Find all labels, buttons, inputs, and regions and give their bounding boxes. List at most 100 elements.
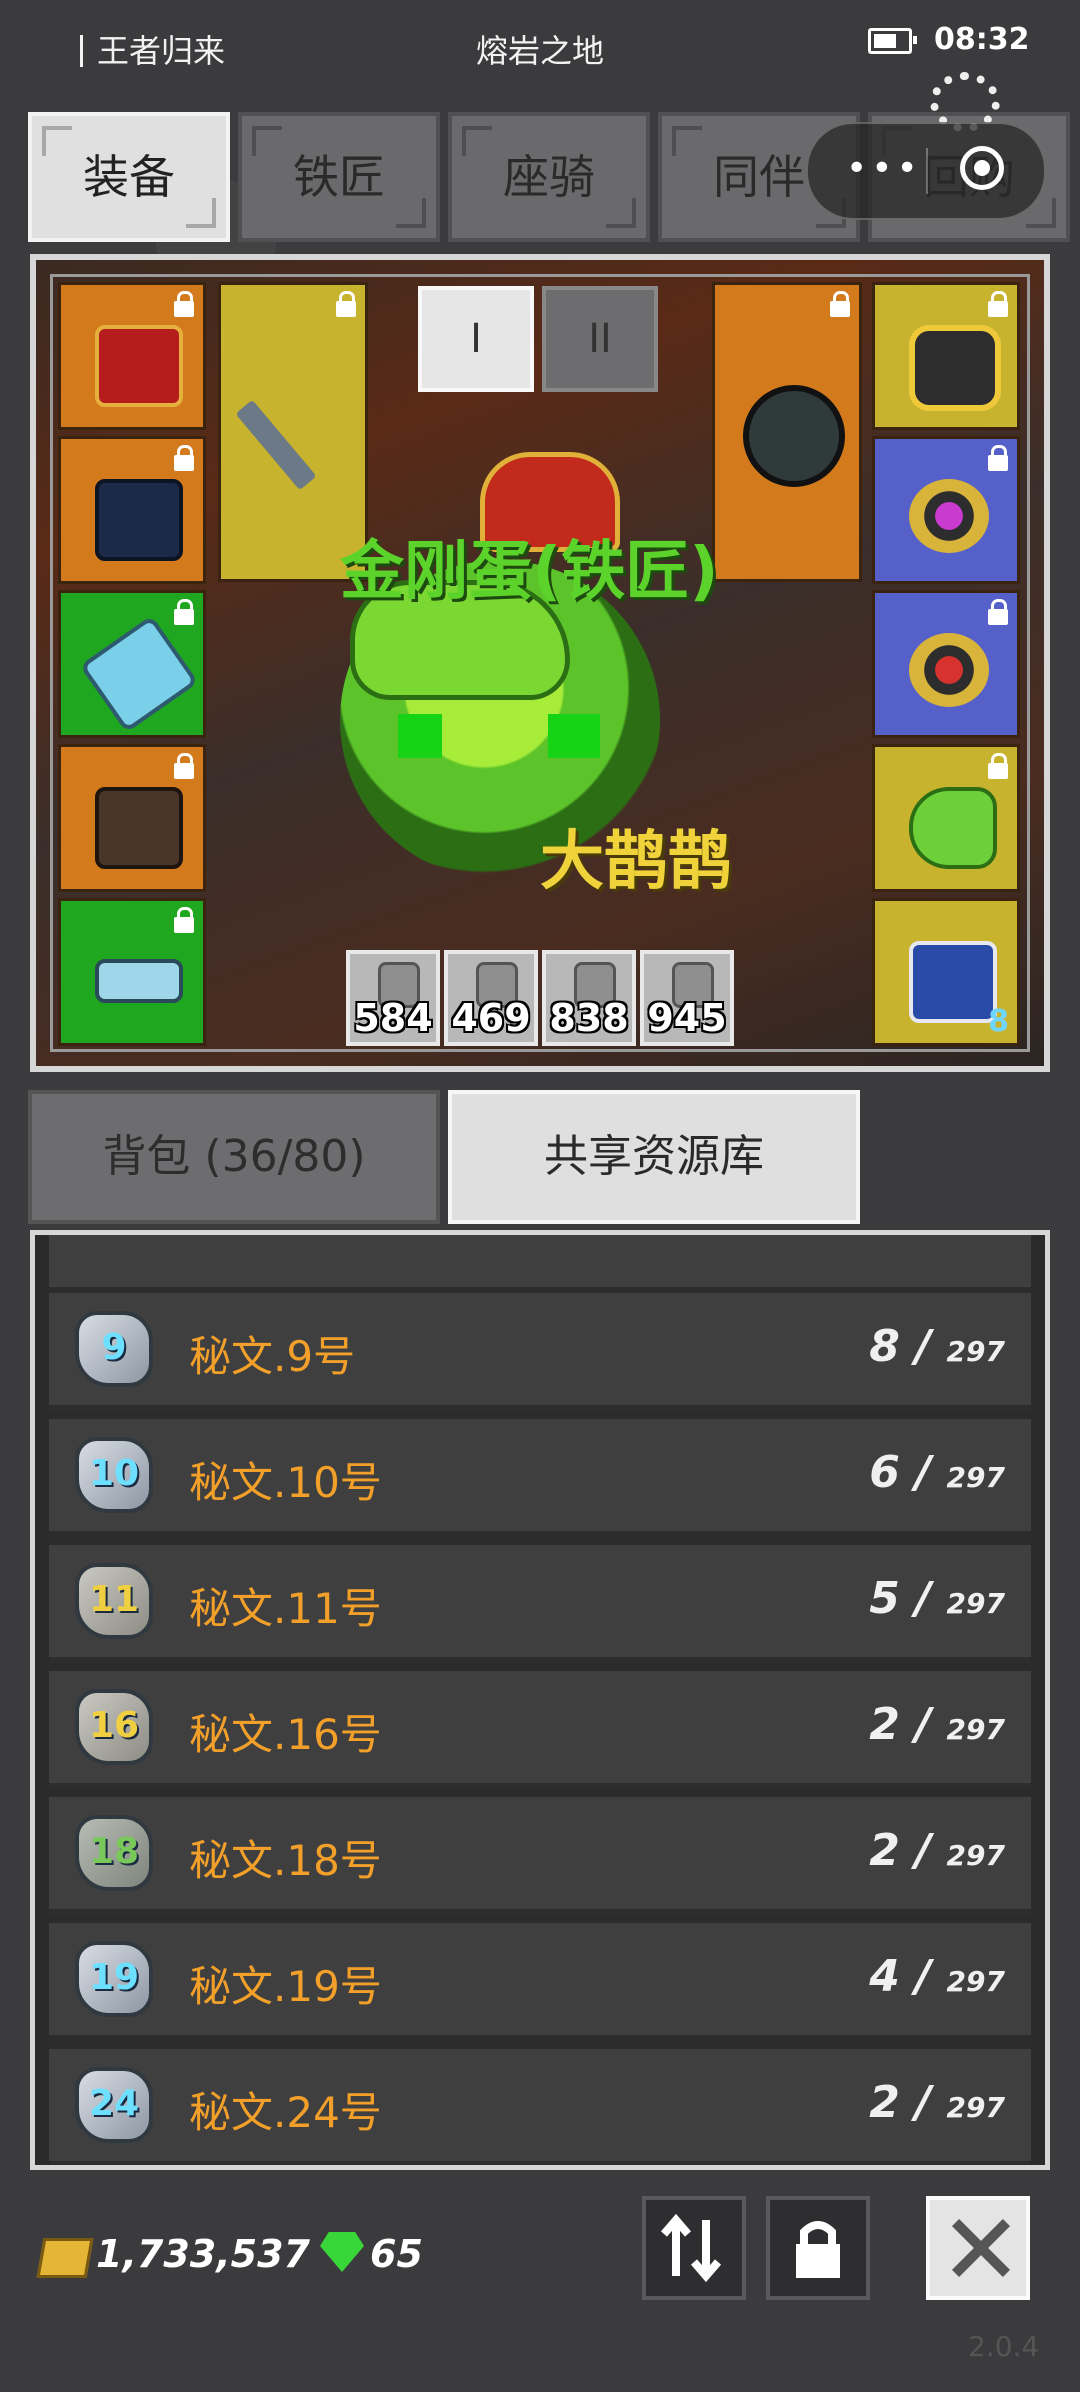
list-item[interactable]: 11 秘文.11号 5 / 297: [49, 1545, 1031, 1663]
rune-icon: 24: [75, 2067, 153, 2143]
potion-count: 584: [353, 996, 433, 1040]
potion-slot-2[interactable]: 469: [444, 950, 538, 1046]
snake-pet-icon: [909, 787, 997, 869]
tab-equipment[interactable]: 装备: [28, 112, 230, 242]
item-name: 秘文.18号: [189, 1836, 382, 1885]
gem-amount: 65: [370, 2232, 423, 2276]
equip-slot-helmet[interactable]: [58, 282, 206, 430]
character-name: 金刚蛋(铁匠): [340, 535, 719, 609]
sort-icon: [660, 2213, 722, 2283]
list-item[interactable]: 19 秘文.19号 4 / 297: [49, 1923, 1031, 2041]
equip-slot-gloves[interactable]: [58, 590, 206, 738]
item-name: 秘文.10号: [189, 1458, 382, 1507]
item-quantity: 4 / 297: [869, 1951, 1005, 2002]
potion-count: 945: [647, 996, 727, 1040]
item-name: 秘文.19号: [189, 1962, 382, 2011]
tab-blacksmith[interactable]: 铁匠: [238, 112, 440, 242]
item-quantity: 8 / 297: [869, 1321, 1005, 1372]
status-bar: 王者归来 熔岩之地 08:32: [0, 0, 1080, 90]
gloves-icon: [79, 615, 199, 733]
rune-icon: 9: [75, 1311, 153, 1387]
item-quantity: 2 / 297: [869, 1699, 1005, 1750]
rune-icon: 10: [75, 1437, 153, 1513]
tab-shared-storage[interactable]: 共享资源库: [448, 1090, 860, 1224]
slot-count: 8: [988, 1004, 1009, 1039]
shield-icon: [743, 385, 845, 487]
tab-label: 装备: [83, 150, 175, 204]
miniprogram-capsule[interactable]: •••: [806, 122, 1046, 220]
ring-icon: [909, 633, 989, 707]
close-miniprogram-icon[interactable]: [960, 146, 1004, 190]
close-button[interactable]: [926, 2196, 1030, 2300]
lock-button[interactable]: [766, 2196, 870, 2300]
selection-marker: [398, 714, 442, 758]
sort-button[interactable]: [642, 2196, 746, 2300]
lock-icon: [171, 753, 197, 779]
item-name: 秘文.11号: [189, 1584, 382, 1633]
lock-icon: [985, 445, 1011, 471]
lock-icon: [171, 907, 197, 933]
rune-icon: 11: [75, 1563, 153, 1639]
lock-icon: [985, 291, 1011, 317]
potion-count: 838: [549, 996, 629, 1040]
lock-icon: [985, 599, 1011, 625]
lock-icon: [171, 445, 197, 471]
lock-icon: [827, 291, 853, 317]
equip-slot-necklace[interactable]: [872, 282, 1020, 430]
list-item[interactable]: [49, 1235, 1031, 1293]
list-item[interactable]: 16 秘文.16号 2 / 297: [49, 1671, 1031, 1789]
more-icon[interactable]: •••: [846, 151, 922, 187]
equip-slot-armor[interactable]: [58, 436, 206, 584]
tab-backpack[interactable]: 背包 (36/80): [28, 1090, 440, 1224]
potion-slot-3[interactable]: 838: [542, 950, 636, 1046]
pet-name: 大鹊鹊: [540, 825, 732, 899]
armor-icon: [95, 479, 183, 561]
location-title: 熔岩之地: [475, 32, 604, 70]
tab-mount[interactable]: 座骑: [448, 112, 650, 242]
list-item[interactable]: 24 秘文.24号 2 / 297: [49, 2049, 1031, 2165]
battery-icon: [868, 28, 917, 54]
gold-icon: [36, 2238, 94, 2278]
staff-icon: [235, 399, 317, 491]
equip-slot-belt[interactable]: [58, 898, 206, 1046]
item-name: 秘文.16号: [189, 1710, 382, 1759]
belt-icon: [95, 959, 183, 1003]
equip-slot-boots[interactable]: [58, 744, 206, 892]
list-item[interactable]: 9 秘文.9号 8 / 297: [49, 1293, 1031, 1411]
equip-slot-mount[interactable]: 8: [872, 898, 1020, 1046]
equip-slot-offhand[interactable]: [712, 282, 862, 582]
gem-icon: [320, 2232, 364, 2272]
resource-list[interactable]: 9 秘文.9号 8 / 297 10 秘文.10号 6 / 297 11 秘文.11号 5 …: [30, 1230, 1050, 2170]
clock: 08:32: [934, 22, 1030, 57]
item-name: 秘文.24号: [189, 2088, 382, 2137]
potion-slot-1[interactable]: 584: [346, 950, 440, 1046]
lock-icon: [985, 753, 1011, 779]
tab-label: 座骑: [503, 150, 595, 204]
list-item[interactable]: 18 秘文.18号 2 / 297: [49, 1797, 1031, 1915]
tab-label: 同伴: [713, 150, 805, 204]
list-item[interactable]: 10 秘文.10号 6 / 297: [49, 1419, 1031, 1537]
equip-slot-ring-2[interactable]: [872, 590, 1020, 738]
item-quantity: 5 / 297: [869, 1573, 1005, 1624]
lock-icon: [171, 291, 197, 317]
lock-icon: [333, 291, 359, 317]
loadout-tab-2[interactable]: II: [542, 286, 658, 392]
equip-slot-ring-1[interactable]: [872, 436, 1020, 584]
potion-slot-4[interactable]: 945: [640, 950, 734, 1046]
rune-icon: 18: [75, 1815, 153, 1891]
potion-count: 469: [451, 996, 531, 1040]
bird-mount-icon: [909, 941, 997, 1023]
gold-amount: 1,733,537: [96, 2232, 310, 2276]
rune-icon: 16: [75, 1689, 153, 1765]
item-quantity: 2 / 297: [869, 1825, 1005, 1876]
lock-icon: [796, 2221, 840, 2278]
boots-icon: [95, 787, 183, 869]
lock-icon: [171, 599, 197, 625]
item-quantity: 2 / 297: [869, 2077, 1005, 2128]
selection-marker: [548, 714, 600, 758]
ring-icon: [909, 479, 989, 553]
equip-slot-pet[interactable]: [872, 744, 1020, 892]
item-quantity: 6 / 297: [869, 1447, 1005, 1498]
necklace-icon: [909, 325, 1001, 411]
loadout-tab-1[interactable]: I: [418, 286, 534, 392]
